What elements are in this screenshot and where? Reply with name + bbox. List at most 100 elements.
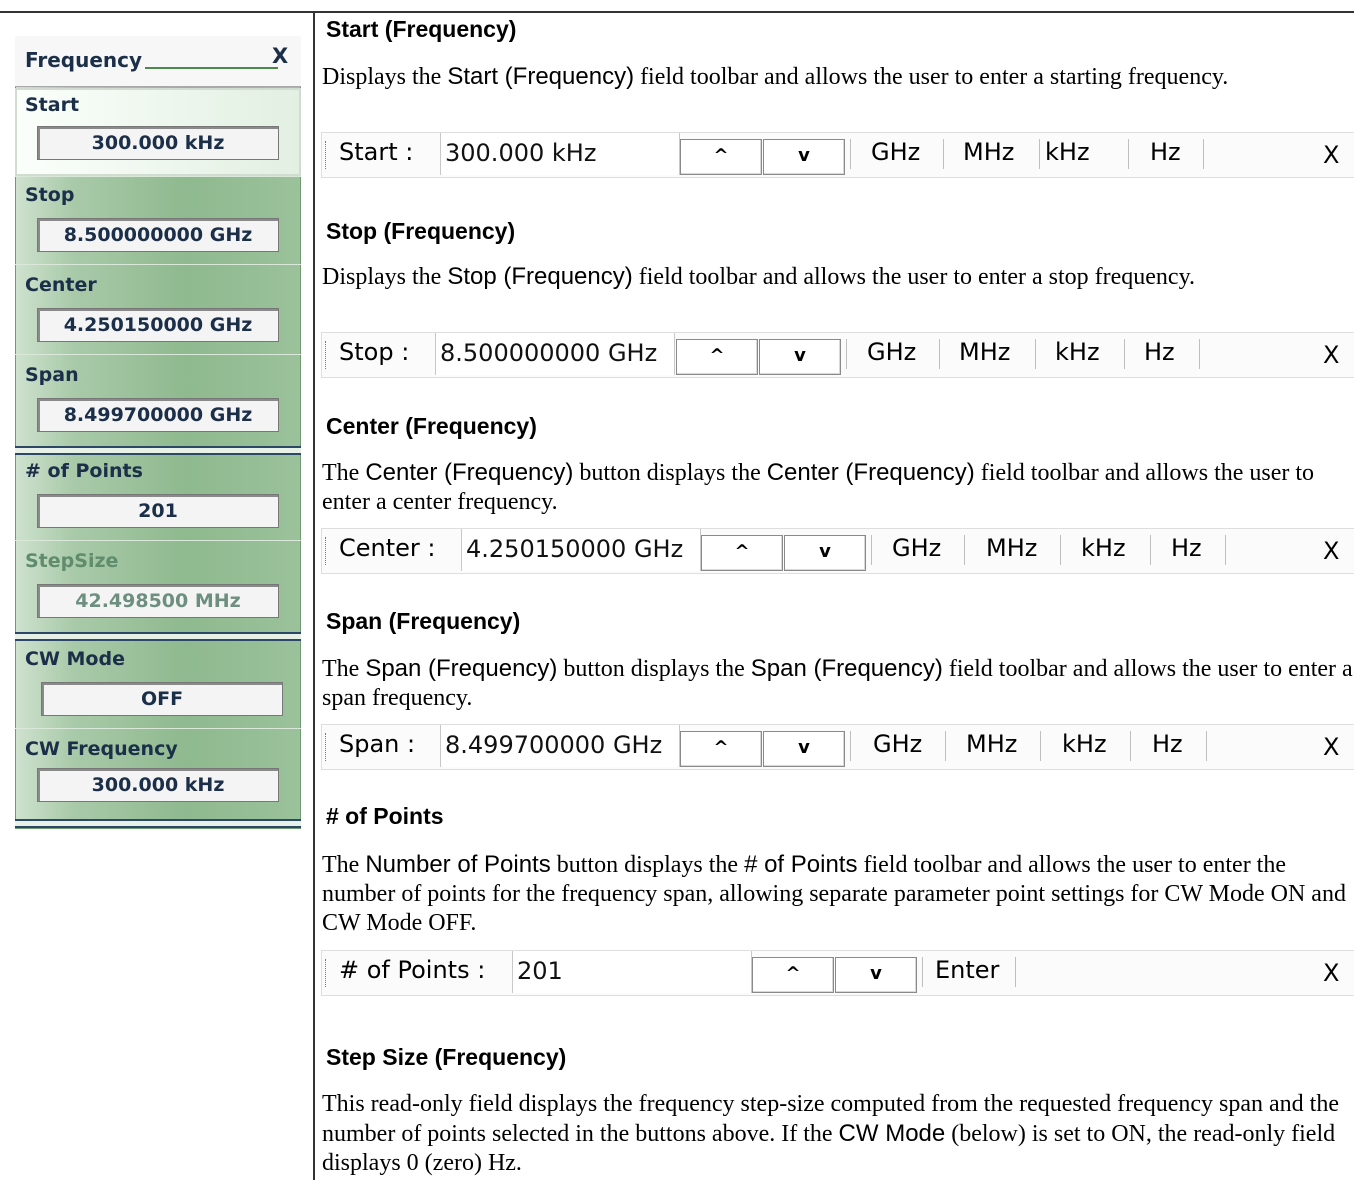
stop-value-field[interactable]: 8.500000000 GHz	[435, 333, 675, 375]
unit-hz-button[interactable]: Hz	[1144, 338, 1175, 366]
unit-mhz-button[interactable]: MHz	[959, 338, 1010, 366]
toolbar-grip[interactable]	[325, 959, 328, 987]
text: The	[322, 460, 366, 486]
start-value-field[interactable]: 300.000 kHz	[440, 133, 680, 175]
divider	[850, 731, 851, 761]
span-value-field[interactable]: 8.499700000 GHz	[440, 725, 680, 767]
toolbar-label: Span :	[339, 730, 416, 758]
menu-item-center[interactable]: Center 4.250150000 GHz	[15, 268, 301, 356]
divider	[1206, 731, 1207, 761]
unit-khz-button[interactable]: kHz	[1055, 338, 1100, 366]
text: field toolbar and allows the user to ent…	[634, 64, 1229, 90]
section-heading-stop: Stop (Frequency)	[326, 218, 516, 244]
divider	[1035, 339, 1036, 369]
menu-item-value: 8.500000000 GHz	[37, 218, 279, 252]
divider	[15, 176, 301, 177]
divider	[15, 540, 301, 541]
menu-item-value: 8.499700000 GHz	[37, 398, 279, 432]
unit-khz-button[interactable]: kHz	[1081, 534, 1126, 562]
menu-item-cw-frequency[interactable]: CW Frequency 300.000 kHz	[15, 732, 301, 820]
text: button displays the	[550, 852, 745, 878]
text: field toolbar and allows the user to ent…	[632, 264, 1196, 290]
decrement-button[interactable]: v	[784, 535, 866, 571]
paragraph-points: The Number of Points button displays the…	[322, 850, 1354, 938]
menu-title: Frequency	[25, 48, 143, 72]
toolbar-close-button[interactable]: X	[1323, 733, 1339, 761]
text: Displays the	[322, 264, 448, 290]
center-value-field[interactable]: 4.250150000 GHz	[461, 529, 701, 571]
increment-button[interactable]: ^	[680, 731, 762, 767]
menu-item-span[interactable]: Span 8.499700000 GHz	[15, 358, 301, 446]
toolbar-grip[interactable]	[325, 537, 328, 565]
decrement-button[interactable]: v	[763, 731, 845, 767]
menu-item-value: 42.498500 MHz	[37, 584, 279, 618]
unit-hz-button[interactable]: Hz	[1150, 138, 1181, 166]
divider	[1124, 339, 1125, 369]
increment-button[interactable]: ^	[676, 339, 758, 375]
points-toolbar: # of Points : 201 ^ v Enter X	[321, 950, 1354, 996]
menu-item-value: 4.250150000 GHz	[37, 308, 279, 342]
unit-mhz-button[interactable]: MHz	[963, 138, 1014, 166]
unit-ghz-button[interactable]: GHz	[873, 730, 922, 758]
decrement-button[interactable]: v	[759, 339, 841, 375]
keyword: Stop (Frequency)	[447, 263, 633, 290]
text: Displays the	[322, 64, 448, 90]
toolbar-grip[interactable]	[325, 141, 328, 169]
toolbar-close-button[interactable]: X	[1323, 141, 1339, 169]
increment-button[interactable]: ^	[680, 139, 762, 175]
menu-item-points[interactable]: # of Points 201	[15, 454, 301, 542]
divider	[945, 731, 946, 761]
divider	[1130, 731, 1131, 761]
menu-item-label: # of Points	[25, 460, 143, 482]
menu-item-label: StepSize	[25, 550, 119, 572]
menu-item-stepsize: StepSize 42.498500 MHz	[15, 544, 301, 632]
menu-item-stop[interactable]: Stop 8.500000000 GHz	[15, 178, 301, 266]
increment-button[interactable]: ^	[752, 957, 834, 993]
menu-item-label: Span	[25, 364, 79, 386]
menu-header: Frequency X	[15, 36, 301, 87]
divider	[1199, 339, 1200, 369]
menu-item-start[interactable]: Start 300.000 kHz	[15, 88, 301, 176]
keyword: # of Points	[744, 851, 858, 878]
unit-ghz-button[interactable]: GHz	[892, 534, 941, 562]
divider	[1128, 139, 1129, 169]
start-toolbar: Start : 300.000 kHz ^ v GHz MHz kHz Hz X	[321, 132, 1354, 178]
keyword: Center (Frequency)	[365, 459, 574, 486]
unit-hz-button[interactable]: Hz	[1152, 730, 1183, 758]
toolbar-grip[interactable]	[325, 733, 328, 761]
divider	[15, 728, 301, 729]
unit-mhz-button[interactable]: MHz	[986, 534, 1037, 562]
menu-item-label: CW Mode	[25, 648, 125, 670]
keyword: CW Mode	[838, 1120, 946, 1147]
unit-khz-button[interactable]: kHz	[1045, 138, 1090, 166]
points-value-field[interactable]: 201	[512, 951, 752, 993]
menu-item-label: Stop	[25, 184, 75, 206]
paragraph-stop: Displays the Stop (Frequency) field tool…	[322, 262, 1354, 292]
menu-item-label: Start	[25, 94, 80, 116]
menu-item-cw-mode[interactable]: CW Mode OFF	[15, 642, 301, 730]
toolbar-close-button[interactable]: X	[1323, 537, 1339, 565]
toolbar-close-button[interactable]: X	[1323, 959, 1339, 987]
keyword: Span (Frequency)	[365, 655, 558, 682]
menu-close-button[interactable]: X	[272, 44, 288, 68]
paragraph-center: The Center (Frequency) button displays t…	[322, 458, 1354, 517]
unit-ghz-button[interactable]: GHz	[867, 338, 916, 366]
divider	[922, 957, 923, 987]
unit-khz-button[interactable]: kHz	[1062, 730, 1107, 758]
decrement-button[interactable]: v	[763, 139, 845, 175]
unit-ghz-button[interactable]: GHz	[871, 138, 920, 166]
keyword: Span (Frequency)	[750, 655, 943, 682]
toolbar-close-button[interactable]: X	[1323, 341, 1339, 369]
decrement-button[interactable]: v	[835, 957, 917, 993]
toolbar-grip[interactable]	[325, 341, 328, 369]
enter-button[interactable]: Enter	[935, 956, 999, 984]
divider	[1150, 535, 1151, 565]
divider	[15, 354, 301, 355]
keyword: Center (Frequency)	[766, 459, 975, 486]
center-toolbar: Center : 4.250150000 GHz ^ v GHz MHz kHz…	[321, 528, 1354, 574]
unit-mhz-button[interactable]: MHz	[966, 730, 1017, 758]
unit-hz-button[interactable]: Hz	[1171, 534, 1202, 562]
stop-toolbar: Stop : 8.500000000 GHz ^ v GHz MHz kHz H…	[321, 332, 1354, 378]
paragraph-span: The Span (Frequency) button displays the…	[322, 654, 1354, 713]
increment-button[interactable]: ^	[701, 535, 783, 571]
